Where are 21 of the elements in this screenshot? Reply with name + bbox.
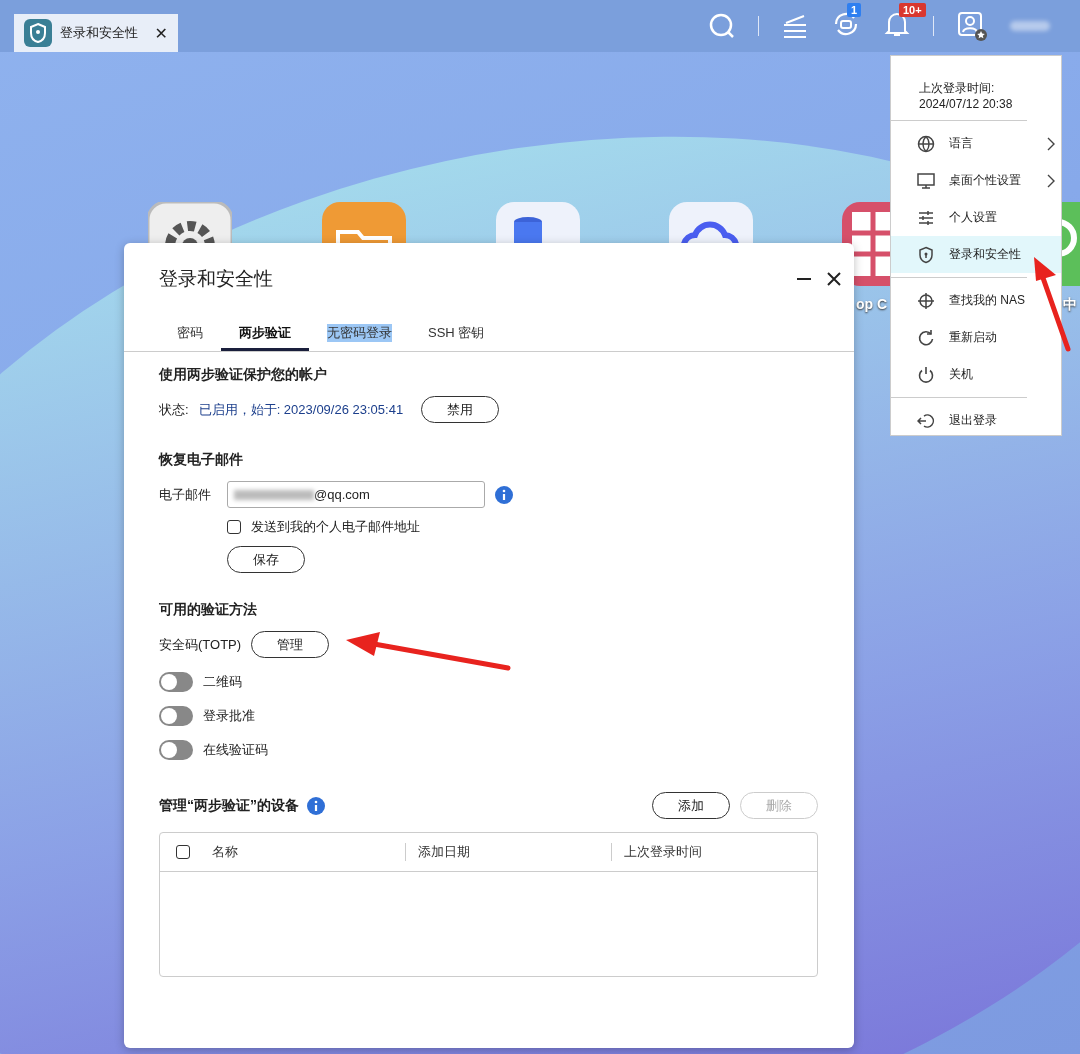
- tab-title: 登录和安全性: [60, 24, 138, 42]
- last-login-time: 2024/07/12 20:38: [919, 97, 1014, 111]
- section-heading: 恢复电子邮件: [159, 451, 244, 469]
- app-label: op C: [856, 296, 888, 312]
- section-heading: 可用的验证方法: [159, 601, 258, 619]
- status-label: 状态:: [159, 400, 189, 419]
- dialog-title: 登录和安全性: [159, 267, 273, 291]
- toggle-label: 在线验证码: [203, 741, 268, 759]
- section-heading: 使用两步验证保护您的帐户: [159, 366, 328, 384]
- email-value: @qq.com: [314, 487, 370, 502]
- checkbox-label: 发送到我的个人电子邮件地址: [251, 518, 420, 536]
- last-login-label: 上次登录时间:: [919, 80, 996, 97]
- totp-label: 安全码(TOTP): [159, 635, 242, 654]
- status-value: 已启用，始于: 2023/09/26 23:05:41: [198, 400, 404, 419]
- app-label: 中: [1063, 296, 1077, 314]
- notification-count-badge: 10+: [899, 3, 926, 17]
- toggle-label: 登录批准: [203, 707, 255, 725]
- email-label: 电子邮件: [159, 485, 212, 504]
- section-heading: 管理“两步验证”的设备: [159, 796, 299, 815]
- sync-count-badge: 1: [847, 3, 862, 17]
- toggle-label: 二维码: [203, 673, 242, 691]
